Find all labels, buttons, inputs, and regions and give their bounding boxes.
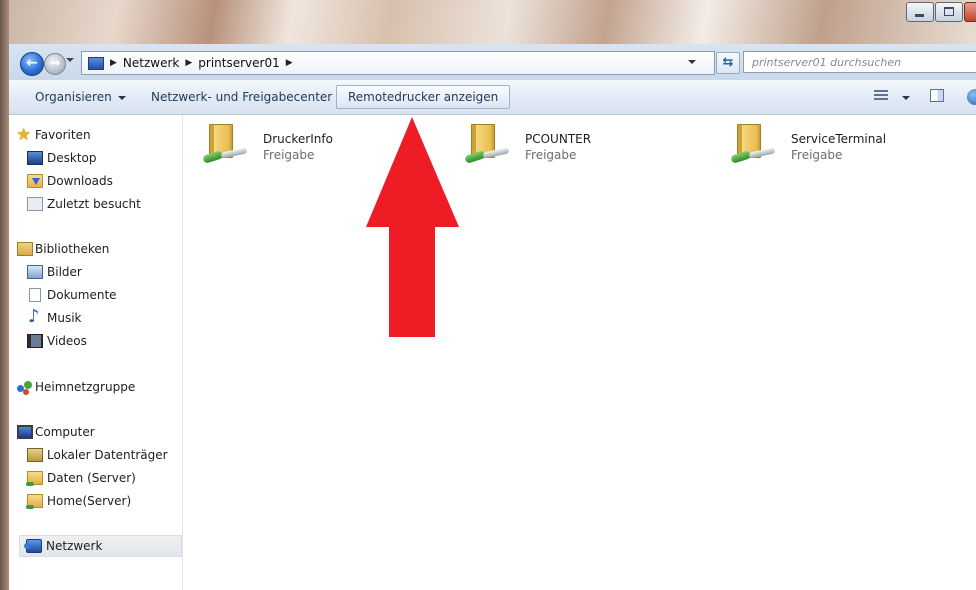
maximize-icon[interactable] <box>935 2 963 22</box>
network-cable-icon <box>730 150 752 164</box>
nav-label: Desktop <box>47 151 97 165</box>
annotation-arrow-icon <box>366 117 459 337</box>
desktop-icon <box>27 151 43 165</box>
breadcrumb-printserver[interactable]: printserver01 <box>198 56 279 70</box>
chevron-right-icon[interactable]: ▶ <box>185 58 192 68</box>
address-bar[interactable]: ▶ Netzwerk ▶ printserver01 ▶ <box>81 51 715 75</box>
nav-label: Favoriten <box>35 128 91 142</box>
nav-label: Heimnetzgruppe <box>35 380 136 394</box>
computer-icon <box>17 425 33 439</box>
remote-printers-button[interactable]: Remotedrucker anzeigen <box>336 85 511 109</box>
minimize-icon[interactable] <box>906 2 934 22</box>
recent-places-icon <box>27 197 43 211</box>
search-input[interactable]: printserver01 durchsuchen <box>743 51 976 73</box>
chevron-down-icon[interactable] <box>902 96 910 100</box>
network-icon <box>88 56 104 70</box>
nav-network[interactable]: Netzwerk <box>19 535 182 557</box>
nav-label: Videos <box>47 334 87 348</box>
share-name: PCOUNTER <box>525 132 592 146</box>
share-type: Freigabe <box>525 148 577 162</box>
nav-local-disk[interactable]: Lokaler Datenträger <box>9 445 168 465</box>
nav-label: Downloads <box>47 174 113 188</box>
window-frame <box>0 0 9 590</box>
nav-desktop[interactable]: Desktop <box>9 148 97 168</box>
network-center-button[interactable]: Netzwerk- und Freigabecenter <box>151 88 332 106</box>
chevron-down-icon <box>117 95 126 100</box>
address-row: ← → ▶ Netzwerk ▶ printserver01 ▶ ⇆ print… <box>9 44 976 80</box>
pictures-icon <box>27 265 43 279</box>
history-dropdown-icon[interactable] <box>66 58 74 62</box>
nav-label: Musik <box>47 311 82 325</box>
network-drive-icon <box>26 494 43 509</box>
nav-label: Lokaler Datenträger <box>47 448 168 462</box>
nav-label: Daten (Server) <box>47 471 136 485</box>
help-icon[interactable] <box>967 89 976 105</box>
nav-label: Bilder <box>47 265 82 279</box>
window-controls <box>905 2 976 22</box>
library-icon <box>17 242 33 256</box>
nav-label: Bibliotheken <box>35 242 110 256</box>
nav-recent[interactable]: Zuletzt besucht <box>9 194 141 214</box>
preview-pane-icon[interactable] <box>930 89 944 102</box>
nav-data-server[interactable]: Daten (Server) <box>9 468 136 488</box>
star-icon <box>16 128 33 142</box>
refresh-button[interactable]: ⇆ <box>716 52 740 74</box>
nav-homegroup[interactable]: Heimnetzgruppe <box>9 377 135 397</box>
nav-label: Computer <box>35 425 95 439</box>
chevron-right-icon[interactable]: ▶ <box>110 58 117 68</box>
nav-computer[interactable]: Computer <box>9 422 95 442</box>
nav-downloads[interactable]: Downloads <box>9 171 113 191</box>
file-list: DruckerInfo Freigabe PCOUNTER Freigabe S… <box>183 115 976 590</box>
nav-documents[interactable]: Dokumente <box>9 285 117 305</box>
downloads-icon <box>27 174 43 188</box>
forward-button[interactable]: → <box>44 53 66 75</box>
nav-favorites[interactable]: Favoriten <box>9 125 91 145</box>
share-item[interactable]: ServiceTerminal Freigabe <box>715 122 915 168</box>
organize-button[interactable]: Organisieren <box>35 88 126 106</box>
documents-icon <box>29 288 41 302</box>
nav-libraries[interactable]: Bibliotheken <box>9 239 109 259</box>
network-cable-icon <box>202 150 224 164</box>
breadcrumb-netzwerk[interactable]: Netzwerk <box>123 56 179 70</box>
close-icon[interactable] <box>964 2 976 22</box>
share-type: Freigabe <box>791 148 843 162</box>
nav-label: Netzwerk <box>46 539 103 553</box>
share-item[interactable]: PCOUNTER Freigabe <box>449 122 649 168</box>
title-bar <box>0 0 976 44</box>
view-options-icon[interactable] <box>874 90 888 102</box>
nav-home-server[interactable]: Home(Server) <box>9 491 131 511</box>
music-icon <box>27 307 43 327</box>
nav-pictures[interactable]: Bilder <box>9 262 82 282</box>
network-drive-icon <box>26 471 43 486</box>
drive-icon <box>27 448 43 462</box>
nav-music[interactable]: Musik <box>9 307 82 328</box>
navigation-pane: Favoriten Desktop Downloads Zuletzt besu… <box>9 115 183 590</box>
chevron-down-icon[interactable] <box>688 60 696 64</box>
network-cable-icon <box>464 150 486 164</box>
chevron-right-icon[interactable]: ▶ <box>286 58 293 68</box>
videos-icon <box>27 334 43 348</box>
network-icon <box>24 539 42 553</box>
organize-label: Organisieren <box>35 90 112 104</box>
nav-label: Dokumente <box>47 288 117 302</box>
share-name: ServiceTerminal <box>791 132 887 146</box>
share-item[interactable]: DruckerInfo Freigabe <box>187 122 387 168</box>
nav-label: Home(Server) <box>47 494 132 508</box>
share-type: Freigabe <box>263 148 315 162</box>
nav-label: Zuletzt besucht <box>47 197 141 211</box>
share-name: DruckerInfo <box>263 132 333 146</box>
homegroup-icon <box>17 380 33 394</box>
back-button[interactable]: ← <box>20 52 44 76</box>
command-bar: Organisieren Netzwerk- und Freigabecente… <box>9 80 976 115</box>
nav-videos[interactable]: Videos <box>9 331 87 351</box>
annotation-arrow-shape <box>366 117 459 337</box>
